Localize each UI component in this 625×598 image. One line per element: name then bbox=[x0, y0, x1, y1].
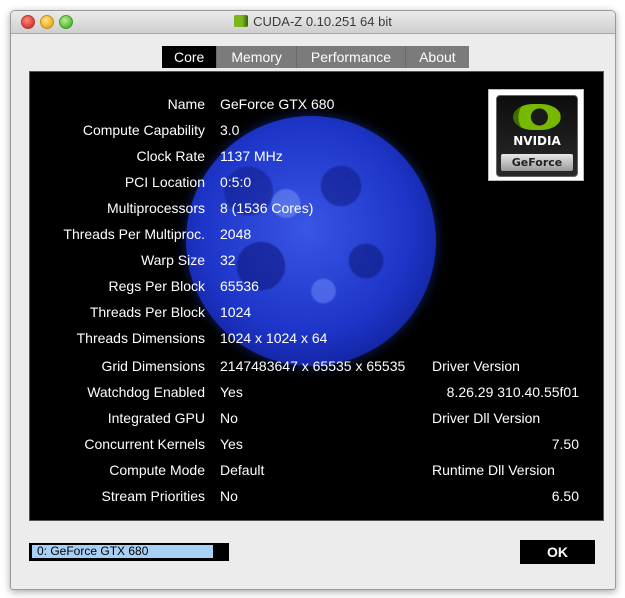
info-row-threads-per-block: Threads Per Block 1024 bbox=[30, 304, 603, 324]
info-label: Regs Per Block bbox=[108, 278, 205, 294]
core-info-panel: NVIDIA GeForce Name GeForce GTX 680 Comp… bbox=[29, 71, 604, 521]
info-value: 2147483647 x 65535 x 65535 bbox=[220, 358, 406, 374]
info-value: 1137 MHz bbox=[220, 148, 283, 164]
title-bar[interactable]: CUDA-Z 0.10.251 64 bit bbox=[11, 11, 615, 34]
info-row-compute-capability: Compute Capability 3.0 bbox=[30, 122, 603, 142]
runtime-dll-version-label: Runtime Dll Version bbox=[432, 462, 555, 478]
app-window: CUDA-Z 0.10.251 64 bit Core Memory Perfo… bbox=[10, 10, 616, 590]
tab-performance[interactable]: Performance bbox=[296, 46, 407, 68]
ok-button[interactable]: OK bbox=[520, 540, 595, 564]
info-label: Threads Dimensions bbox=[76, 330, 205, 346]
info-value: 32 bbox=[220, 252, 236, 268]
info-value: 65536 bbox=[220, 278, 259, 294]
info-value: 1024 x 1024 x 64 bbox=[220, 330, 328, 346]
info-label: Grid Dimensions bbox=[101, 358, 205, 374]
info-value: 3.0 bbox=[220, 122, 240, 138]
info-label: Warp Size bbox=[140, 252, 205, 268]
info-value: 8 (1536 Cores) bbox=[220, 200, 314, 216]
info-label: Multiprocessors bbox=[106, 200, 205, 216]
info-value: Default bbox=[220, 462, 265, 478]
info-value: No bbox=[220, 410, 238, 426]
info-label: Concurrent Kernels bbox=[84, 436, 205, 452]
info-label: Clock Rate bbox=[136, 148, 205, 164]
info-label: Threads Per Block bbox=[89, 304, 205, 320]
info-row-watchdog-enabled: Watchdog Enabled Yes 8.26.29 310.40.55f0… bbox=[30, 384, 603, 404]
window-title-wrap: CUDA-Z 0.10.251 64 bit bbox=[11, 14, 615, 29]
info-label: PCI Location bbox=[124, 174, 205, 190]
info-value: No bbox=[220, 488, 238, 504]
info-value: 1024 bbox=[220, 304, 252, 320]
window-title: CUDA-Z 0.10.251 64 bit bbox=[253, 14, 392, 29]
info-row-grid-dimensions: Grid Dimensions 2147483647 x 65535 x 655… bbox=[30, 358, 603, 378]
info-label: Threads Per Multiproc. bbox=[63, 226, 205, 242]
device-selector-value[interactable]: 0: GeForce GTX 680 bbox=[32, 545, 213, 558]
device-selector[interactable]: 0: GeForce GTX 680 bbox=[29, 543, 229, 561]
info-value: 0:5:0 bbox=[220, 174, 252, 190]
info-value: GeForce GTX 680 bbox=[220, 96, 335, 112]
tab-bar: Core Memory Performance About bbox=[162, 46, 469, 68]
info-row-threads-dimensions: Threads Dimensions 1024 x 1024 x 64 bbox=[30, 330, 603, 350]
info-row-stream-priorities: Stream Priorities No 6.50 bbox=[30, 488, 603, 508]
tab-core[interactable]: Core bbox=[162, 46, 218, 68]
info-row-clock-rate: Clock Rate 1137 MHz bbox=[30, 148, 603, 168]
info-row-integrated-gpu: Integrated GPU No Driver Dll Version bbox=[30, 410, 603, 430]
info-label: Stream Priorities bbox=[101, 488, 205, 504]
driver-dll-version-value: 7.50 bbox=[551, 436, 579, 452]
runtime-dll-version-value: 6.50 bbox=[551, 488, 579, 504]
info-label: Integrated GPU bbox=[107, 410, 205, 426]
info-row-pci-location: PCI Location 0:5:0 bbox=[30, 174, 603, 194]
info-value: Yes bbox=[220, 384, 243, 400]
driver-dll-version-label: Driver Dll Version bbox=[432, 410, 541, 426]
info-row-name: Name GeForce GTX 680 bbox=[30, 96, 603, 116]
info-row-threads-per-multiproc: Threads Per Multiproc. 2048 bbox=[30, 226, 603, 246]
info-label: Name bbox=[167, 96, 205, 112]
info-label: Compute Mode bbox=[109, 462, 205, 478]
driver-version-value: 8.26.29 310.40.55f01 bbox=[446, 384, 579, 400]
info-row-regs-per-block: Regs Per Block 65536 bbox=[30, 278, 603, 298]
driver-version-label: Driver Version bbox=[432, 358, 520, 374]
cuda-z-app-icon bbox=[234, 15, 249, 27]
info-label: Watchdog Enabled bbox=[87, 384, 205, 400]
info-row-warp-size: Warp Size 32 bbox=[30, 252, 603, 272]
tab-about[interactable]: About bbox=[406, 46, 469, 68]
info-value: 2048 bbox=[220, 226, 252, 242]
info-row-concurrent-kernels: Concurrent Kernels Yes 7.50 bbox=[30, 436, 603, 456]
info-value: Yes bbox=[220, 436, 243, 452]
info-row-compute-mode: Compute Mode Default Runtime Dll Version bbox=[30, 462, 603, 482]
info-row-multiprocessors: Multiprocessors 8 (1536 Cores) bbox=[30, 200, 603, 220]
tab-memory[interactable]: Memory bbox=[217, 46, 297, 68]
info-label: Compute Capability bbox=[82, 122, 205, 138]
